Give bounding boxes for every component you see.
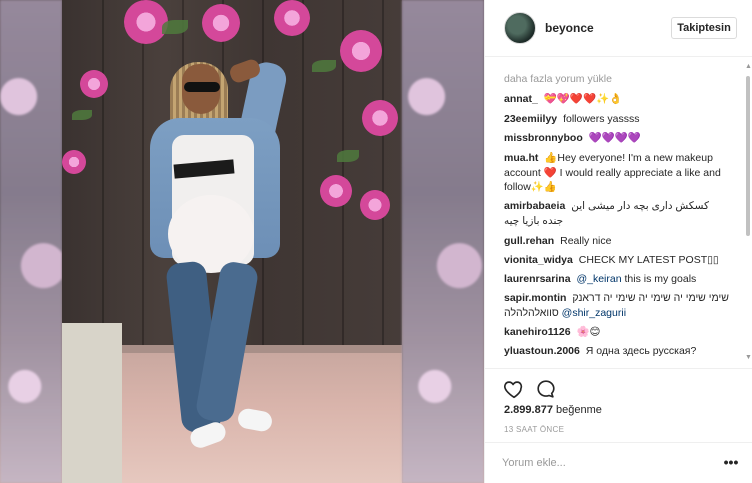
comment-username[interactable]: amirbabaeia <box>504 200 565 212</box>
add-comment-input[interactable] <box>502 454 702 472</box>
comment-username[interactable]: kanehiro1126 <box>504 326 571 338</box>
likes-label: beğenme <box>556 404 602 416</box>
post-photo <box>0 0 484 483</box>
comment-text: 💝💖❤️❤️✨👌 <box>543 93 623 105</box>
scroll-down-arrow-icon[interactable]: ▼ <box>745 354 752 361</box>
comment-item: vionita_widya CHECK MY LATEST POST▯▯ <box>504 253 732 268</box>
comment-text: CHECK MY LATEST POST▯▯ <box>578 254 719 266</box>
comments-scrollbar[interactable]: ▲ ▼ <box>744 60 752 365</box>
photo-subject <box>62 0 402 483</box>
scrollbar-thumb[interactable] <box>746 76 750 236</box>
comment-item: sapir.montin שימי שימי יה שימי יה שימי י… <box>504 291 732 320</box>
post-actions <box>485 368 752 408</box>
post-timestamp[interactable]: 13 SAAT ÖNCE <box>504 425 564 434</box>
comment-text: this is my goals <box>624 273 697 285</box>
comment-text: Я одна здесь русская? <box>585 345 697 357</box>
avatar[interactable] <box>504 12 536 44</box>
following-button[interactable]: Takiptesin <box>671 17 737 39</box>
comment-text: 🌸😊 <box>576 326 601 338</box>
comment-username[interactable]: 23eemiilyy <box>504 113 557 125</box>
photo-blurred-right-edge <box>402 0 484 483</box>
comment-username[interactable]: laurenrsarina <box>504 273 571 285</box>
likes-count[interactable]: 2.899.877 beğenme <box>504 404 602 416</box>
comment-username[interactable]: gull.rehan <box>504 235 554 247</box>
comment-username[interactable]: missbronnyboo <box>504 132 583 144</box>
comment-mention-link[interactable]: @_keiran <box>576 273 621 285</box>
scroll-up-arrow-icon[interactable]: ▲ <box>745 63 752 70</box>
comment-username[interactable]: mua.ht <box>504 152 538 164</box>
heart-icon[interactable] <box>503 378 525 400</box>
likes-number: 2.899.877 <box>504 404 553 416</box>
post-header: beyonce Takiptesin <box>485 0 752 57</box>
comment-text: 💜💜💜💜 <box>588 132 641 144</box>
comment-username[interactable]: sapir.montin <box>504 292 566 304</box>
comment-item: gull.rehan Really nice <box>504 234 732 249</box>
comment-text: followers yassss <box>563 113 640 125</box>
comment-item: 23eemiilyy followers yassss <box>504 112 732 127</box>
comment-item: annat_ 💝💖❤️❤️✨👌 <box>504 92 732 107</box>
comment-username[interactable]: yluastoun.2006 <box>504 345 580 357</box>
more-options-icon[interactable]: ••• <box>723 453 739 473</box>
comment-item: yluastoun.2006 Я одна здесь русская? <box>504 344 732 359</box>
comment-mention-link[interactable]: @shir_zagurii <box>562 307 626 319</box>
comment-item: mua.ht 👍Hey everyone! I'm a new makeup a… <box>504 151 732 195</box>
add-comment-section: ••• <box>485 442 752 483</box>
comment-item: missbronnyboo 💜💜💜💜 <box>504 131 732 146</box>
comment-username[interactable]: annat_ <box>504 93 538 105</box>
comment-username[interactable]: vionita_widya <box>504 254 573 266</box>
photo-blurred-left-edge <box>0 0 62 483</box>
load-more-comments-link[interactable]: daha fazla yorum yükle <box>504 73 612 85</box>
speech-bubble-icon[interactable] <box>535 378 557 400</box>
comments-list[interactable]: daha fazla yorum yükle annat_ 💝💖❤️❤️✨👌 2… <box>485 57 752 367</box>
comment-item: laurenrsarina @_keiran this is my goals <box>504 272 732 287</box>
comment-item: kanehiro1126 🌸😊 <box>504 325 732 340</box>
post-username[interactable]: beyonce <box>545 21 594 35</box>
post-side-panel: beyonce Takiptesin daha fazla yorum yükl… <box>484 0 752 483</box>
comment-text: Really nice <box>560 235 612 247</box>
photo-main-image <box>62 0 402 483</box>
comment-item: amirbabaeia کسکش داری بچه دار میشی این ج… <box>504 199 732 228</box>
